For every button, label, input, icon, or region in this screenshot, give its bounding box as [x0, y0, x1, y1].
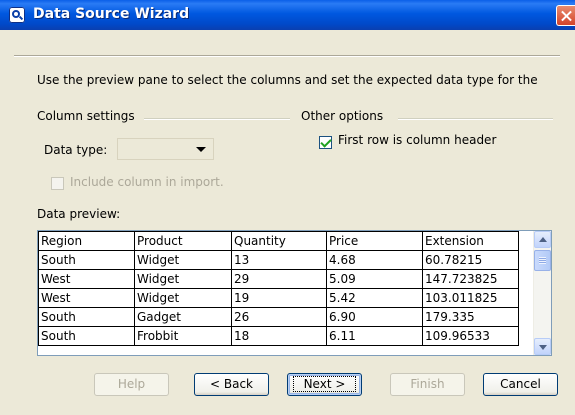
intro-text: Use the preview pane to select the colum…: [37, 73, 538, 87]
table-cell: 5.09: [326, 269, 423, 289]
column-settings-heading: Column settings: [37, 109, 135, 123]
first-row-header-label: First row is column header: [338, 133, 497, 147]
table-cell: 13: [231, 250, 327, 270]
table-cell: 26: [231, 307, 327, 327]
other-options-heading: Other options: [301, 109, 384, 123]
header-divider: [14, 55, 560, 57]
table-cell: 147.723825: [422, 269, 519, 289]
table-cell: Widget: [134, 269, 232, 289]
table-cell: 103.011825: [422, 288, 519, 308]
table-cell: Widget: [134, 250, 232, 270]
column-settings-divider: [144, 118, 290, 120]
next-button[interactable]: Next >: [287, 373, 362, 396]
chevron-down-icon: [196, 147, 206, 152]
title-bar: Data Source Wizard: [0, 0, 575, 30]
table-cell: 179.335: [422, 307, 519, 327]
window-title: Data Source Wizard: [33, 6, 190, 22]
table-row: South Widget 13 4.68 60.78215: [38, 250, 519, 270]
data-preview-table[interactable]: Region Product Quantity Price Extension South…: [37, 230, 552, 356]
finish-button[interactable]: Finish: [390, 373, 465, 396]
scroll-up-button[interactable]: [534, 231, 551, 248]
chevron-up-icon: [539, 237, 547, 242]
table-cell: Widget: [134, 288, 232, 308]
chevron-down-icon: [539, 345, 547, 350]
vertical-scrollbar[interactable]: [533, 231, 551, 355]
data-preview-label: Data preview:: [37, 207, 121, 221]
table-cell: 19: [231, 288, 327, 308]
table-row: South Frobbit 18 6.11 109.96533: [38, 326, 519, 346]
table-cell: 109.96533: [422, 326, 519, 346]
table-cell: West: [38, 288, 135, 308]
cancel-button[interactable]: Cancel: [483, 373, 558, 396]
table-row: South Gadget 26 6.90 179.335: [38, 307, 519, 327]
scrollbar-thumb[interactable]: [534, 250, 551, 271]
table-cell: 5.42: [326, 288, 423, 308]
include-column-checkbox[interactable]: [51, 177, 64, 190]
data-type-label: Data type:: [44, 143, 108, 157]
table-cell: Quantity: [231, 231, 327, 251]
table-row: West Widget 19 5.42 103.011825: [38, 288, 519, 308]
table-cell: 29: [231, 269, 327, 289]
table-cell: South: [38, 250, 135, 270]
include-column-label: Include column in import.: [70, 175, 224, 189]
table-header-row: Region Product Quantity Price Extension: [38, 231, 519, 251]
table-cell: South: [38, 326, 135, 346]
app-icon: [9, 7, 25, 23]
table-cell: Extension: [422, 231, 519, 251]
preview-grid: Region Product Quantity Price Extension South…: [38, 231, 519, 346]
table-cell: Region: [38, 231, 135, 251]
table-cell: Price: [326, 231, 423, 251]
table-cell: 18: [231, 326, 327, 346]
table-cell: West: [38, 269, 135, 289]
other-options-divider: [398, 118, 553, 120]
table-cell: 6.90: [326, 307, 423, 327]
first-row-header-checkbox[interactable]: [319, 136, 332, 149]
help-button[interactable]: Help: [94, 373, 169, 396]
data-type-select[interactable]: [117, 138, 214, 160]
close-button[interactable]: [556, 5, 575, 26]
table-cell: Frobbit: [134, 326, 232, 346]
scroll-down-button[interactable]: [534, 338, 551, 355]
back-button[interactable]: < Back: [194, 373, 269, 396]
table-cell: 60.78215: [422, 250, 519, 270]
table-cell: South: [38, 307, 135, 327]
table-row: West Widget 29 5.09 147.723825: [38, 269, 519, 289]
table-cell: 4.68: [326, 250, 423, 270]
table-cell: Product: [134, 231, 232, 251]
table-cell: Gadget: [134, 307, 232, 327]
table-cell: 6.11: [326, 326, 423, 346]
next-button-label: Next >: [292, 376, 357, 392]
